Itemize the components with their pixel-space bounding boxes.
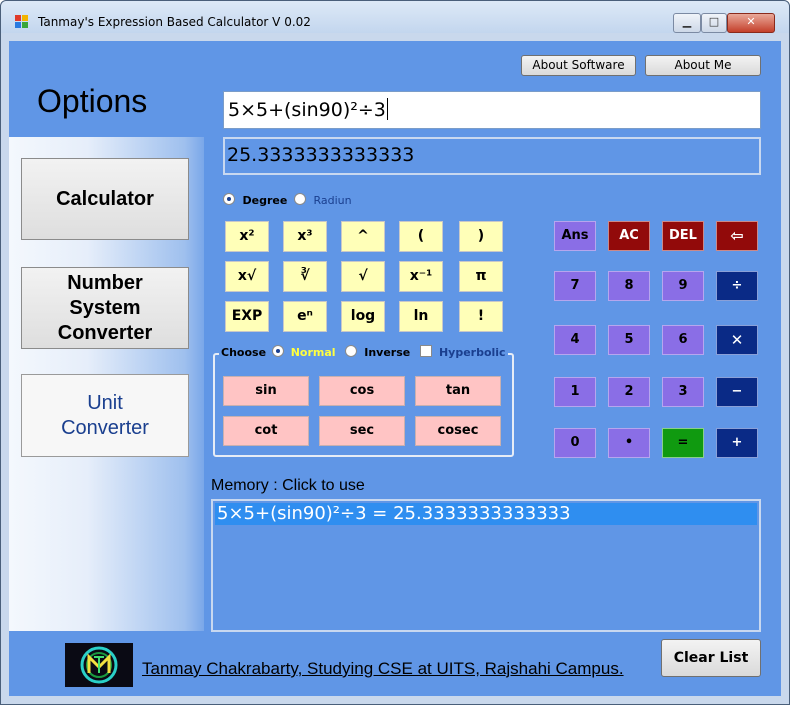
- tan-button[interactable]: tan: [415, 376, 501, 406]
- result-display: 25.3333333333333: [223, 137, 761, 175]
- digit-4-button[interactable]: 4: [554, 325, 596, 355]
- title-bar: Tanmay's Expression Based Calculator V 0…: [1, 1, 789, 33]
- nav-label-line: Unit: [87, 391, 123, 414]
- author-logo-icon: [80, 646, 118, 684]
- expression-input[interactable]: 5×5+(sin90)²÷3: [223, 91, 761, 129]
- power-button[interactable]: ^: [341, 221, 385, 252]
- digit-9-button[interactable]: 9: [662, 271, 704, 301]
- cos-button[interactable]: cos: [319, 376, 405, 406]
- multiply-button[interactable]: ✕: [716, 325, 758, 355]
- close-paren-button[interactable]: ): [459, 221, 503, 252]
- pi-button[interactable]: π: [459, 261, 503, 292]
- sec-button[interactable]: sec: [319, 416, 405, 446]
- sin-button[interactable]: sin: [223, 376, 309, 406]
- number-system-converter-nav-button[interactable]: Number System Converter: [21, 267, 189, 349]
- memory-list[interactable]: 5×5+(sin90)²÷3 = 25.3333333333333: [211, 499, 761, 632]
- nav-label-line: Converter: [57, 321, 153, 344]
- cube-button[interactable]: x³: [283, 221, 327, 252]
- digit-6-button[interactable]: 6: [662, 325, 704, 355]
- ans-button[interactable]: Ans: [554, 221, 596, 251]
- radian-label: Radiun: [313, 194, 352, 207]
- radian-option[interactable]: Radiun: [294, 193, 352, 207]
- subtract-button[interactable]: −: [716, 377, 758, 407]
- cosec-button[interactable]: cosec: [415, 416, 501, 446]
- nav-label-line: Converter: [61, 416, 149, 439]
- divide-button[interactable]: ÷: [716, 271, 758, 301]
- trig-mode-selector: Choose Normal Inverse Hyperbolic: [219, 345, 508, 359]
- e-power-button[interactable]: eⁿ: [283, 301, 327, 332]
- expression-text: 5×5+(sin90)²÷3: [228, 99, 386, 121]
- window-title: Tanmay's Expression Based Calculator V 0…: [38, 15, 311, 29]
- about-software-button[interactable]: About Software: [521, 55, 636, 76]
- author-credit-link[interactable]: Tanmay Chakrabarty, Studying CSE at UITS…: [142, 659, 624, 679]
- options-title: Options: [37, 83, 148, 119]
- digit-2-button[interactable]: 2: [608, 377, 650, 407]
- digit-8-button[interactable]: 8: [608, 271, 650, 301]
- open-paren-button[interactable]: (: [399, 221, 443, 252]
- cube-root-button[interactable]: ∛: [283, 261, 327, 292]
- backspace-icon[interactable]: ⇦: [716, 221, 758, 251]
- clear-list-button[interactable]: Clear List: [661, 639, 761, 677]
- log-button[interactable]: log: [341, 301, 385, 332]
- minimize-button[interactable]: ▁: [673, 13, 701, 33]
- choose-label: Choose: [221, 346, 267, 359]
- decimal-point-button[interactable]: •: [608, 428, 650, 458]
- ln-button[interactable]: ln: [399, 301, 443, 332]
- nav-label-line: Number: [67, 271, 143, 294]
- digit-5-button[interactable]: 5: [608, 325, 650, 355]
- add-button[interactable]: +: [716, 428, 758, 458]
- about-me-button[interactable]: About Me: [645, 55, 761, 76]
- hyperbolic-checkbox[interactable]: [420, 345, 433, 357]
- normal-label: Normal: [290, 346, 336, 359]
- reciprocal-button[interactable]: x⁻¹: [399, 261, 443, 292]
- degree-option[interactable]: Degree: [223, 193, 287, 207]
- inverse-radio[interactable]: [345, 345, 358, 357]
- inverse-label: Inverse: [364, 346, 411, 359]
- main-panel: Options Calculator Number System Convert…: [9, 41, 781, 696]
- maximize-button[interactable]: □: [701, 13, 727, 33]
- hyperbolic-label: Hyperbolic: [438, 346, 506, 359]
- digit-0-button[interactable]: 0: [554, 428, 596, 458]
- unit-converter-nav-button[interactable]: Unit Converter: [21, 374, 189, 457]
- digit-3-button[interactable]: 3: [662, 377, 704, 407]
- equals-button[interactable]: =: [662, 428, 704, 458]
- degree-label: Degree: [242, 194, 288, 207]
- calculator-nav-label: Calculator: [56, 187, 154, 210]
- digit-7-button[interactable]: 7: [554, 271, 596, 301]
- memory-label: Memory : Click to use: [211, 477, 365, 494]
- app-window: Tanmay's Expression Based Calculator V 0…: [0, 0, 790, 705]
- cot-button[interactable]: cot: [223, 416, 309, 446]
- radian-radio[interactable]: [294, 193, 306, 205]
- nth-root-button[interactable]: x√: [225, 261, 269, 292]
- square-root-button[interactable]: √: [341, 261, 385, 292]
- author-logo: [65, 643, 133, 687]
- memory-list-item[interactable]: 5×5+(sin90)²÷3 = 25.3333333333333: [215, 503, 757, 525]
- square-button[interactable]: x²: [225, 221, 269, 252]
- exp-button[interactable]: EXP: [225, 301, 269, 332]
- normal-radio[interactable]: [271, 345, 284, 357]
- app-icon: [15, 15, 29, 29]
- degree-radio[interactable]: [223, 193, 235, 205]
- nav-label-line: System: [69, 296, 141, 319]
- factorial-button[interactable]: !: [459, 301, 503, 332]
- delete-button[interactable]: DEL: [662, 221, 704, 251]
- all-clear-button[interactable]: AC: [608, 221, 650, 251]
- digit-1-button[interactable]: 1: [554, 377, 596, 407]
- calculator-nav-button[interactable]: Calculator: [21, 158, 189, 240]
- close-button[interactable]: ✕: [727, 13, 775, 33]
